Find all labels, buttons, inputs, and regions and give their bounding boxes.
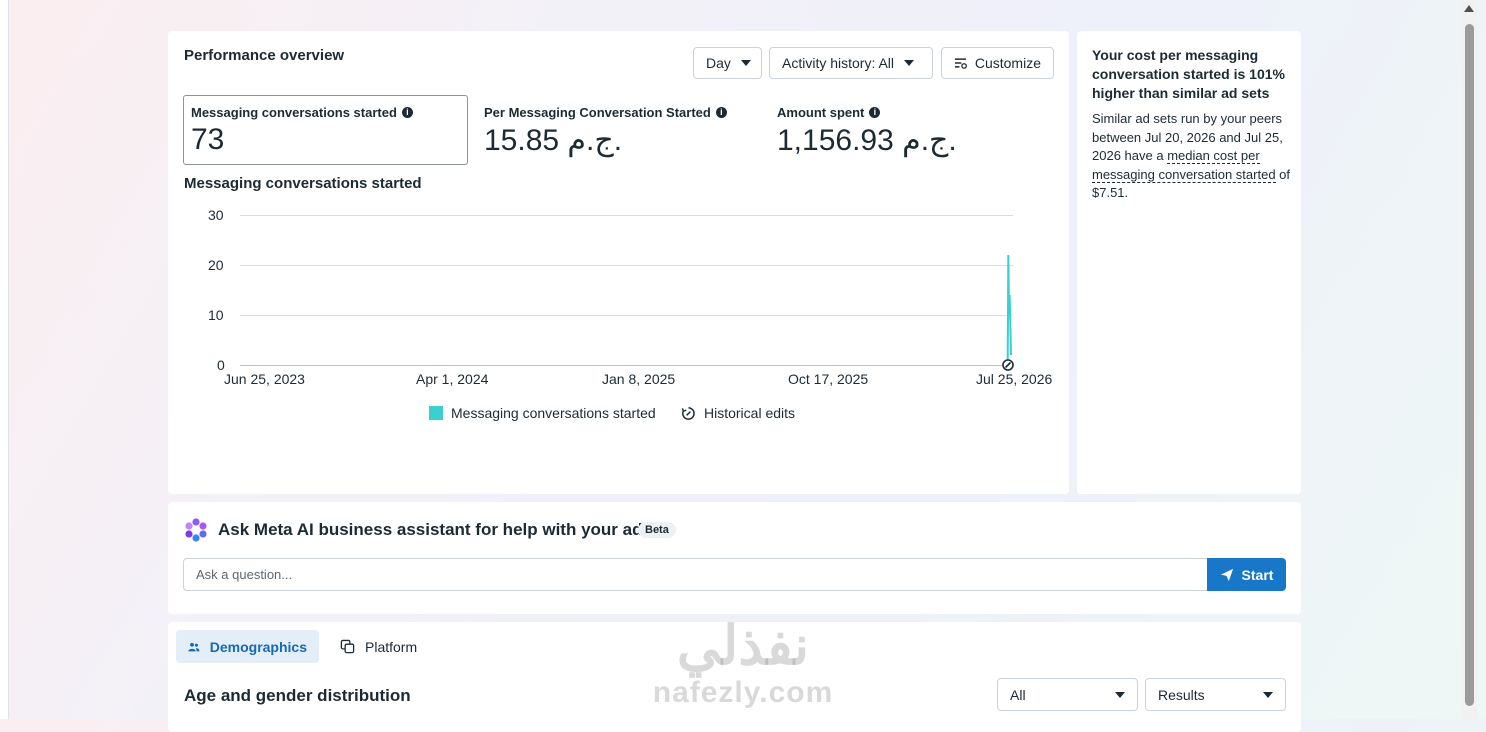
ask-question-input[interactable]	[183, 558, 1207, 591]
caret-down-icon	[1115, 691, 1125, 698]
peer-insight-card: Your cost per messaging conversation sta…	[1077, 31, 1301, 494]
performance-overview-card: Performance overview Day Activity histor…	[168, 31, 1069, 494]
y-tick-label: 20	[208, 257, 224, 273]
x-tick-label: Apr 1, 2024	[416, 371, 489, 387]
copy-icon	[340, 639, 355, 654]
y-tick-label: 30	[208, 207, 224, 223]
day-label: Day	[706, 55, 731, 71]
info-icon[interactable]: i	[715, 107, 727, 118]
caret-down-icon	[904, 60, 915, 66]
activity-label: Activity history: All	[782, 55, 895, 71]
legend-swatch	[429, 406, 443, 420]
gridline	[240, 265, 1013, 266]
day-dropdown[interactable]: Day	[693, 47, 762, 79]
x-tick-label: Jul 25, 2026	[976, 371, 1053, 387]
activity-history-dropdown[interactable]: Activity history: All	[769, 47, 933, 79]
ask-title: Ask Meta AI business assistant for help …	[218, 520, 652, 539]
demographics-card: Demographics Platform Age and gender dis…	[168, 622, 1301, 732]
legend-item-historical-edits[interactable]: Historical edits	[681, 405, 795, 421]
insight-body: Similar ad sets run by your peers betwee…	[1092, 111, 1291, 200]
scrollbar-thumb[interactable]	[1465, 24, 1474, 706]
left-panel-edge	[0, 0, 9, 719]
metric-value-amount-spent: 1,156.93 ج.م.	[777, 124, 957, 157]
caret-down-icon	[740, 60, 751, 66]
filter-all-dropdown[interactable]: All	[997, 678, 1138, 711]
gridline	[240, 215, 1013, 216]
chart-plot	[1002, 254, 1014, 371]
metric-label-cost-per-conversation: Per Messaging Conversation Started i	[484, 105, 727, 120]
metric-label-amount-spent: Amount spent i	[777, 105, 881, 120]
people-icon	[188, 642, 200, 651]
metric-value-conversations: 73	[191, 123, 225, 156]
history-edit-icon	[681, 406, 695, 420]
page-scrollbar[interactable]	[1462, 0, 1477, 719]
age-gender-title: Age and gender distribution	[184, 686, 411, 705]
caret-down-icon	[1263, 691, 1273, 698]
chart-title: Messaging conversations started	[184, 175, 422, 192]
x-axis-line	[240, 365, 1013, 366]
customize-button[interactable]: Customize	[941, 47, 1054, 79]
tab-platform[interactable]: Platform	[328, 630, 429, 663]
legend-item-conversations[interactable]: Messaging conversations started	[429, 405, 656, 421]
scroll-up-arrow-icon[interactable]	[1464, 5, 1474, 12]
filter-results-dropdown[interactable]: Results	[1145, 678, 1286, 711]
x-tick-label: Jan 8, 2025	[602, 371, 676, 387]
meta-ai-flower-icon	[185, 518, 207, 542]
beta-badge: Beta	[638, 522, 676, 538]
metric-value-cost-per-conversation: 15.85 ج.م.	[484, 124, 623, 157]
x-tick-label: Oct 17, 2025	[788, 371, 869, 387]
tab-demographics[interactable]: Demographics	[176, 630, 319, 663]
customize-sliders-icon	[954, 58, 967, 69]
customize-label: Customize	[974, 55, 1041, 71]
start-button[interactable]: Start	[1207, 558, 1286, 591]
metric-label-conversations: Messaging conversations started i	[191, 105, 413, 120]
info-icon[interactable]: i	[869, 107, 881, 118]
series-line-conversations[interactable]	[1006, 254, 1012, 366]
x-tick-label: Jun 25, 2023	[224, 371, 305, 387]
info-icon[interactable]: i	[401, 107, 413, 118]
send-icon	[1220, 568, 1233, 581]
y-tick-label: 10	[208, 307, 224, 323]
performance-title: Performance overview	[184, 47, 345, 64]
gridline	[240, 315, 1013, 316]
meta-ai-assistant-card: Ask Meta AI business assistant for help …	[168, 502, 1301, 614]
insight-title: Your cost per messaging conversation sta…	[1092, 47, 1285, 101]
